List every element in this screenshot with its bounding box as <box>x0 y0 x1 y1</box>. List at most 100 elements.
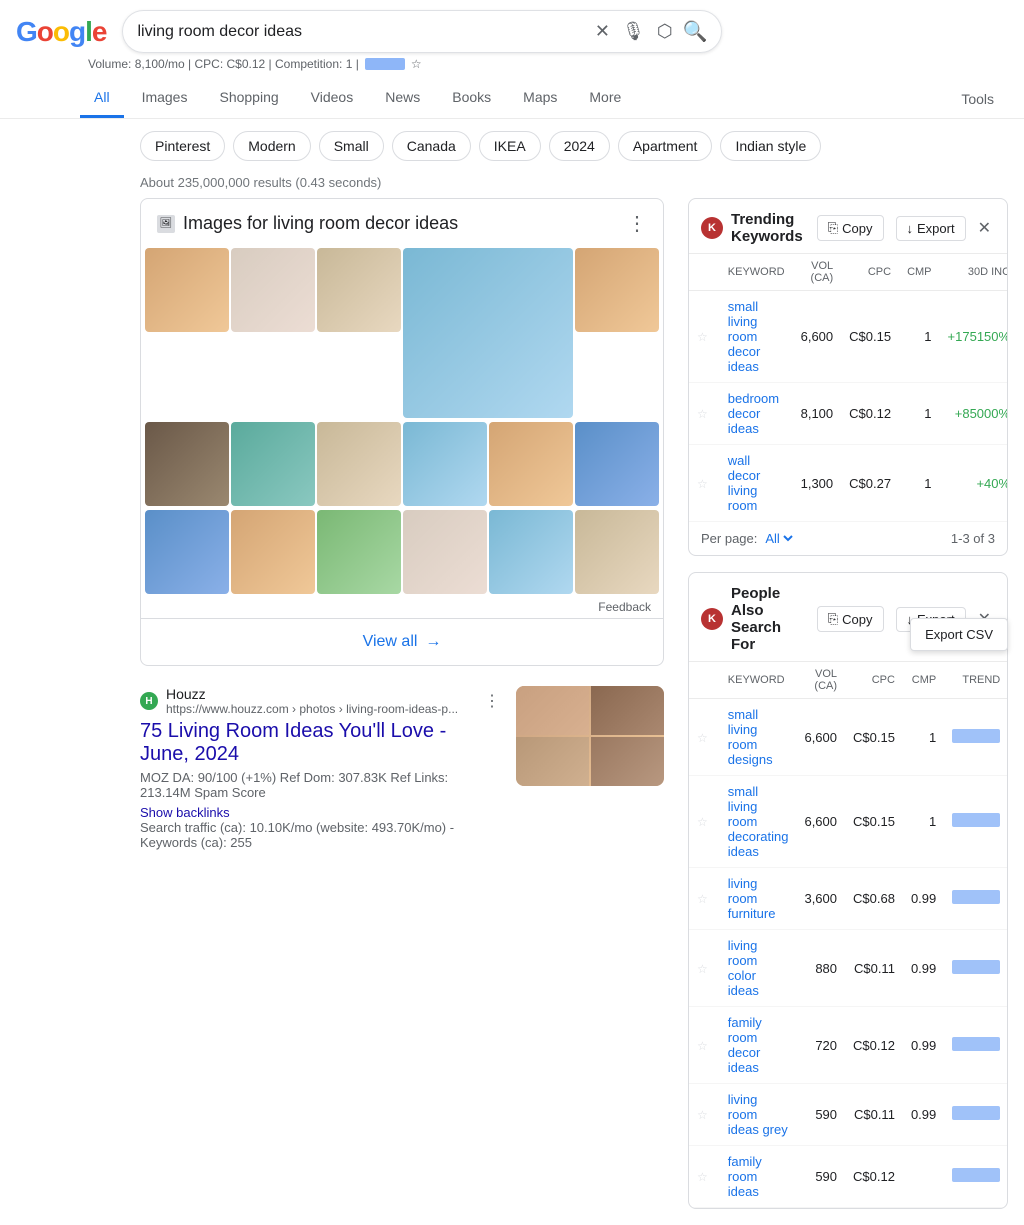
keyword-cell-0[interactable]: small living room decor ideas <box>720 291 793 383</box>
chip-apartment[interactable]: Apartment <box>618 131 713 161</box>
image-cell-14[interactable] <box>317 510 401 594</box>
star-cell-2[interactable]: ☆ <box>689 445 720 522</box>
image-cell-10[interactable] <box>489 422 573 506</box>
trending-close-button[interactable]: ✕ <box>974 218 995 238</box>
trending-table: KEYWORD VOL (CA) CPC CMP 30D INC ☆ small… <box>689 254 1008 522</box>
keyword-info-text: Volume: 8,100/mo | CPC: C$0.12 | Competi… <box>88 57 359 71</box>
col-header-keyword-p: KEYWORD <box>720 662 797 699</box>
search-input[interactable] <box>137 23 584 41</box>
tab-books[interactable]: Books <box>438 79 505 118</box>
image-cell-8[interactable] <box>317 422 401 506</box>
pkeyword-cell-3[interactable]: living room color ideas <box>720 930 797 1007</box>
ptrend-cell-2 <box>944 868 1008 930</box>
show-backlinks-link[interactable]: Show backlinks <box>140 805 230 820</box>
vol-cell-2: 1,300 <box>793 445 842 522</box>
pcpc-cell-6: C$0.12 <box>845 1146 903 1208</box>
pkeyword-cell-6[interactable]: family room ideas <box>720 1146 797 1208</box>
image-cell-9[interactable] <box>403 422 487 506</box>
per-page-select[interactable]: All 10 25 <box>761 530 796 547</box>
image-search-icon[interactable]: ⬡ <box>655 19 675 44</box>
result-thumbnail[interactable] <box>516 686 664 786</box>
result-title[interactable]: 75 Living Room Ideas You'll Love - June,… <box>140 720 500 766</box>
pstar-cell-4[interactable]: ☆ <box>689 1007 720 1084</box>
copy-icon: ⎘ <box>828 220 838 236</box>
image-cell-4[interactable] <box>403 248 573 418</box>
pstar-cell-1[interactable]: ☆ <box>689 776 720 868</box>
image-cell-16[interactable] <box>489 510 573 594</box>
image-cell-1[interactable] <box>145 248 229 332</box>
image-cell-13[interactable] <box>231 510 315 594</box>
ptrend-cell-6 <box>944 1146 1008 1208</box>
pkeyword-cell-1[interactable]: small living room decorating ideas <box>720 776 797 868</box>
search-button[interactable]: 🔍 <box>683 19 708 44</box>
trending-keywords-widget: K Trending Keywords ⎘ Copy ↓ Export ✕ KE… <box>688 198 1008 556</box>
col-header-inc: 30D INC <box>940 254 1008 291</box>
col-header-cpc: CPC <box>841 254 899 291</box>
pstar-cell-5[interactable]: ☆ <box>689 1084 720 1146</box>
tab-shopping[interactable]: Shopping <box>205 79 292 118</box>
pkeyword-cell-5[interactable]: living room ideas grey <box>720 1084 797 1146</box>
trending-copy-button[interactable]: ⎘ Copy <box>817 215 884 241</box>
view-all-button[interactable]: View all → <box>141 618 663 665</box>
tab-images[interactable]: Images <box>128 79 202 118</box>
image-cell-5[interactable] <box>575 248 659 332</box>
pkeyword-cell-0[interactable]: small living room designs <box>720 699 797 776</box>
pkeyword-cell-2[interactable]: living room furniture <box>720 868 797 930</box>
image-cell-11[interactable] <box>575 422 659 506</box>
people-copy-button[interactable]: ⎘ Copy <box>817 606 884 632</box>
tab-tools[interactable]: Tools <box>947 81 1008 117</box>
images-header: 🖼 Images for living room decor ideas ⋮ <box>141 199 663 248</box>
microphone-icon[interactable]: 🎙 <box>620 19 647 44</box>
tab-maps[interactable]: Maps <box>509 79 571 118</box>
cmp-cell-1: 1 <box>899 383 939 445</box>
tab-all[interactable]: All <box>80 79 124 118</box>
pcmp-cell-0: 1 <box>903 699 944 776</box>
pcmp-cell-5: 0.99 <box>903 1084 944 1146</box>
image-cell-7[interactable] <box>231 422 315 506</box>
image-cell-6[interactable] <box>145 422 229 506</box>
pstar-cell-6[interactable]: ☆ <box>689 1146 720 1208</box>
trending-export-button[interactable]: ↓ Export <box>896 216 966 241</box>
keyword-info-bar: Volume: 8,100/mo | CPC: C$0.12 | Competi… <box>0 53 1024 75</box>
chip-indian-style[interactable]: Indian style <box>720 131 821 161</box>
feedback-label[interactable]: Feedback <box>598 600 651 614</box>
pkeyword-cell-4[interactable]: family room decor ideas <box>720 1007 797 1084</box>
pstar-cell-2[interactable]: ☆ <box>689 868 720 930</box>
star-cell-0[interactable]: ☆ <box>689 291 720 383</box>
image-cell-2[interactable] <box>231 248 315 332</box>
houzz-favicon: H <box>140 692 158 710</box>
chip-2024[interactable]: 2024 <box>549 131 610 161</box>
images-more-button[interactable]: ⋮ <box>627 211 647 236</box>
page-count: 1-3 of 3 <box>951 531 995 546</box>
chip-small[interactable]: Small <box>319 131 384 161</box>
export-csv-button[interactable]: Export CSV <box>910 618 1008 651</box>
tab-news[interactable]: News <box>371 79 434 118</box>
chip-canada[interactable]: Canada <box>392 131 471 161</box>
col-header-cmp-p: CMP <box>903 662 944 699</box>
search-bar: ✕ 🎙 ⬡ 🔍 <box>122 10 722 53</box>
result-more-button[interactable]: ⋮ <box>484 691 500 711</box>
keyword-cell-1[interactable]: bedroom decor ideas <box>720 383 793 445</box>
clear-icon[interactable]: ✕ <box>593 19 612 44</box>
per-page-label: Per page: <box>701 531 757 546</box>
pstar-cell-0[interactable]: ☆ <box>689 699 720 776</box>
cmp-cell-2: 1 <box>899 445 939 522</box>
chip-ikea[interactable]: IKEA <box>479 131 541 161</box>
image-cell-12[interactable] <box>145 510 229 594</box>
tab-more[interactable]: More <box>575 79 635 118</box>
image-cell-3[interactable] <box>317 248 401 332</box>
tab-videos[interactable]: Videos <box>297 79 368 118</box>
pcmp-cell-2: 0.99 <box>903 868 944 930</box>
star-cell-1[interactable]: ☆ <box>689 383 720 445</box>
pcpc-cell-2: C$0.68 <box>845 868 903 930</box>
chip-pinterest[interactable]: Pinterest <box>140 131 225 161</box>
chip-modern[interactable]: Modern <box>233 131 310 161</box>
keyword-cell-2[interactable]: wall decor living room <box>720 445 793 522</box>
image-cell-17[interactable] <box>575 510 659 594</box>
inc-cell-1: +85000% <box>940 383 1008 445</box>
pstar-cell-3[interactable]: ☆ <box>689 930 720 1007</box>
people-table-row: ☆ family room decor ideas 720 C$0.12 0.9… <box>689 1007 1008 1084</box>
result-traffic: Search traffic (ca): 10.10K/mo (website:… <box>140 820 500 850</box>
image-icon: 🖼 <box>157 215 175 233</box>
image-cell-15[interactable] <box>403 510 487 594</box>
